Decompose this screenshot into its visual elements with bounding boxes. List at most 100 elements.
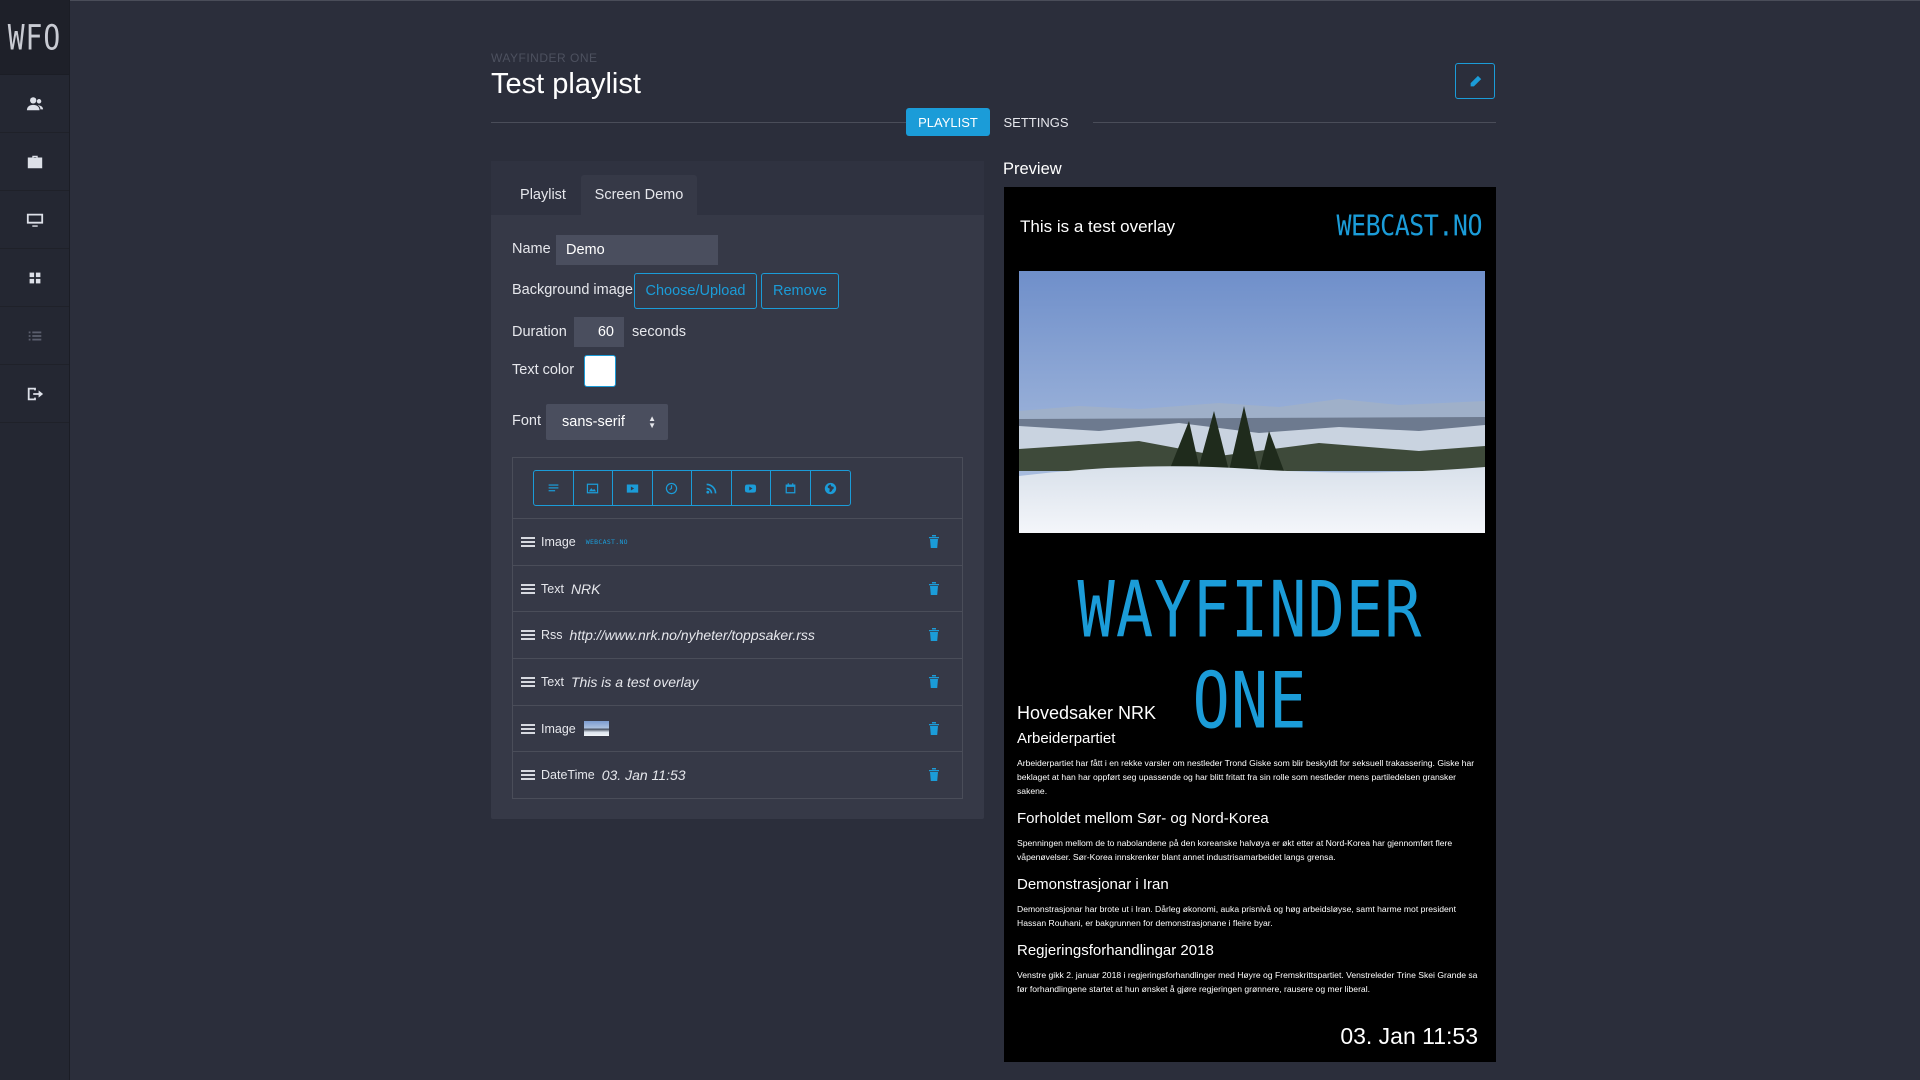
rss-icon bbox=[706, 483, 717, 494]
tab-playlist[interactable]: PLAYLIST bbox=[906, 108, 990, 136]
sidebar-item-grid[interactable] bbox=[0, 249, 69, 307]
drag-handle-icon[interactable] bbox=[521, 536, 535, 547]
add-calendar-button[interactable] bbox=[771, 471, 811, 505]
youtube-icon bbox=[745, 483, 757, 493]
element-value: NRK bbox=[570, 580, 601, 597]
add-element-toolbar bbox=[533, 470, 851, 506]
element-row-rss[interactable]: Rss http://www.nrk.no/nyheter/toppsaker.… bbox=[513, 611, 962, 657]
font-label: Font bbox=[512, 413, 542, 429]
element-row-datetime[interactable]: DateTime 03. Jan 11:53 bbox=[513, 751, 962, 797]
preview-photo bbox=[1019, 271, 1485, 533]
edit-title-button[interactable] bbox=[1455, 63, 1495, 99]
remove-button[interactable]: Remove bbox=[761, 273, 839, 309]
text-icon bbox=[548, 483, 559, 491]
name-label: Name bbox=[512, 241, 551, 257]
drag-handle-icon[interactable] bbox=[521, 629, 535, 640]
tab-settings[interactable]: SETTINGS bbox=[996, 108, 1076, 136]
users-icon bbox=[26, 96, 43, 110]
page-title: Test playlist bbox=[491, 68, 641, 100]
drag-handle-icon[interactable] bbox=[521, 723, 535, 734]
duration-unit: seconds bbox=[632, 324, 687, 340]
name-field[interactable] bbox=[556, 235, 718, 265]
element-row-image-photo[interactable]: Image bbox=[513, 705, 962, 751]
choose-upload-button[interactable]: Choose/Upload bbox=[634, 273, 757, 309]
video-icon bbox=[626, 483, 638, 493]
delete-element-button[interactable] bbox=[928, 534, 942, 550]
font-select-value: sans-serif bbox=[562, 414, 625, 430]
sidebar: WFO bbox=[0, 0, 70, 1080]
preview-label: Preview bbox=[1003, 160, 1062, 178]
rss-item-title: Demonstrasjonar i Iran bbox=[1017, 876, 1169, 893]
element-type: Text bbox=[541, 581, 564, 596]
add-image-button[interactable] bbox=[574, 471, 613, 505]
screen-preview: This is a test overlay WEBCAST.NO WAYFIN… bbox=[1004, 187, 1496, 1062]
delete-element-button[interactable] bbox=[928, 581, 942, 597]
preview-overlay-text: This is a test overlay bbox=[1020, 217, 1175, 236]
sidebar-item-users[interactable] bbox=[0, 75, 69, 133]
drag-handle-icon[interactable] bbox=[521, 676, 535, 687]
rss-item: Regjeringsforhandlingar 2018 Venstre gik… bbox=[1017, 942, 1485, 996]
delete-element-button[interactable] bbox=[928, 767, 942, 783]
drag-handle-icon[interactable] bbox=[521, 769, 535, 780]
text-color-label: Text color bbox=[512, 362, 575, 378]
preview-rss-feed: Hovedsaker NRK Arbeiderpartiet Arbeiderp… bbox=[1017, 703, 1485, 1008]
element-type: Image bbox=[541, 534, 576, 549]
delete-element-button[interactable] bbox=[928, 721, 942, 737]
add-clock-button[interactable] bbox=[653, 471, 692, 505]
add-youtube-button[interactable] bbox=[732, 471, 771, 505]
sidebar-item-briefcase[interactable] bbox=[0, 133, 69, 191]
element-type: Rss bbox=[541, 627, 563, 642]
element-value: 03. Jan 11:53 bbox=[601, 766, 686, 783]
monitor-icon bbox=[26, 213, 43, 227]
sidebar-item-logout[interactable] bbox=[0, 365, 69, 423]
element-row-text-nrk[interactable]: Text NRK bbox=[513, 565, 962, 611]
header-divider bbox=[491, 122, 906, 123]
element-value: http://www.nrk.no/nyheter/toppsaker.rss bbox=[569, 626, 815, 643]
tab-playlist-list[interactable]: Playlist bbox=[505, 175, 581, 215]
trash-icon bbox=[929, 675, 939, 688]
rss-item: Demonstrasjonar i Iran Demonstrasjonar h… bbox=[1017, 876, 1485, 930]
add-text-button[interactable] bbox=[534, 471, 574, 505]
rss-item: Arbeiderpartiet Arbeiderpartiet har fått… bbox=[1017, 730, 1485, 798]
element-type: Text bbox=[541, 674, 564, 689]
duration-field[interactable]: 60 bbox=[574, 317, 624, 347]
rss-item-title: Arbeiderpartiet bbox=[1017, 730, 1116, 747]
rss-item-body: Venstre gikk 2. januar 2018 i regjerings… bbox=[1017, 970, 1478, 994]
clock-icon bbox=[666, 482, 678, 494]
sidebar-item-list[interactable] bbox=[0, 307, 69, 365]
add-web-button[interactable] bbox=[811, 471, 851, 505]
delete-element-button[interactable] bbox=[928, 627, 942, 643]
add-video-button[interactable] bbox=[613, 471, 653, 505]
select-arrows-icon: ▲ ▼ bbox=[648, 414, 656, 430]
font-select[interactable]: sans-serif ▲ ▼ bbox=[546, 404, 668, 440]
text-color-picker[interactable] bbox=[584, 355, 616, 387]
app-subtitle: WAYFINDER ONE bbox=[491, 51, 598, 65]
briefcase-icon bbox=[27, 155, 42, 168]
panel-tabs: Playlist Screen Demo bbox=[491, 161, 984, 215]
element-row-image-logo[interactable]: Image WEBCAST.NO bbox=[513, 518, 962, 564]
photo-thumbnail bbox=[583, 721, 609, 736]
rss-heading: Hovedsaker NRK bbox=[1017, 703, 1157, 723]
list-icon bbox=[28, 331, 41, 340]
delete-element-button[interactable] bbox=[928, 674, 942, 690]
app-logo[interactable]: WFO bbox=[0, 0, 69, 75]
add-rss-button[interactable] bbox=[692, 471, 732, 505]
element-value: This is a test overlay bbox=[570, 673, 699, 690]
element-type: DateTime bbox=[541, 767, 595, 782]
drag-handle-icon[interactable] bbox=[521, 583, 535, 594]
header-divider bbox=[1093, 122, 1496, 123]
element-type: Image bbox=[541, 721, 576, 736]
element-row-text-overlay[interactable]: Text This is a test overlay bbox=[513, 658, 962, 704]
tab-screen-demo[interactable]: Screen Demo bbox=[581, 175, 697, 215]
rss-item-body: Spenningen mellom de to nabolandene på d… bbox=[1017, 838, 1453, 862]
background-image-label: Background image bbox=[512, 282, 633, 298]
logo-thumbnail: WEBCAST.NO bbox=[585, 537, 628, 546]
trash-icon bbox=[929, 582, 939, 595]
rss-item: Forholdet mellom Sør- og Nord-Korea Spen… bbox=[1017, 810, 1485, 864]
calendar-icon bbox=[785, 482, 796, 493]
sidebar-item-screens[interactable] bbox=[0, 191, 69, 249]
rss-item-title: Regjeringsforhandlingar 2018 bbox=[1017, 942, 1214, 959]
top-border bbox=[70, 0, 1920, 1]
trash-icon bbox=[929, 768, 939, 781]
rss-item-title: Forholdet mellom Sør- og Nord-Korea bbox=[1017, 810, 1269, 827]
